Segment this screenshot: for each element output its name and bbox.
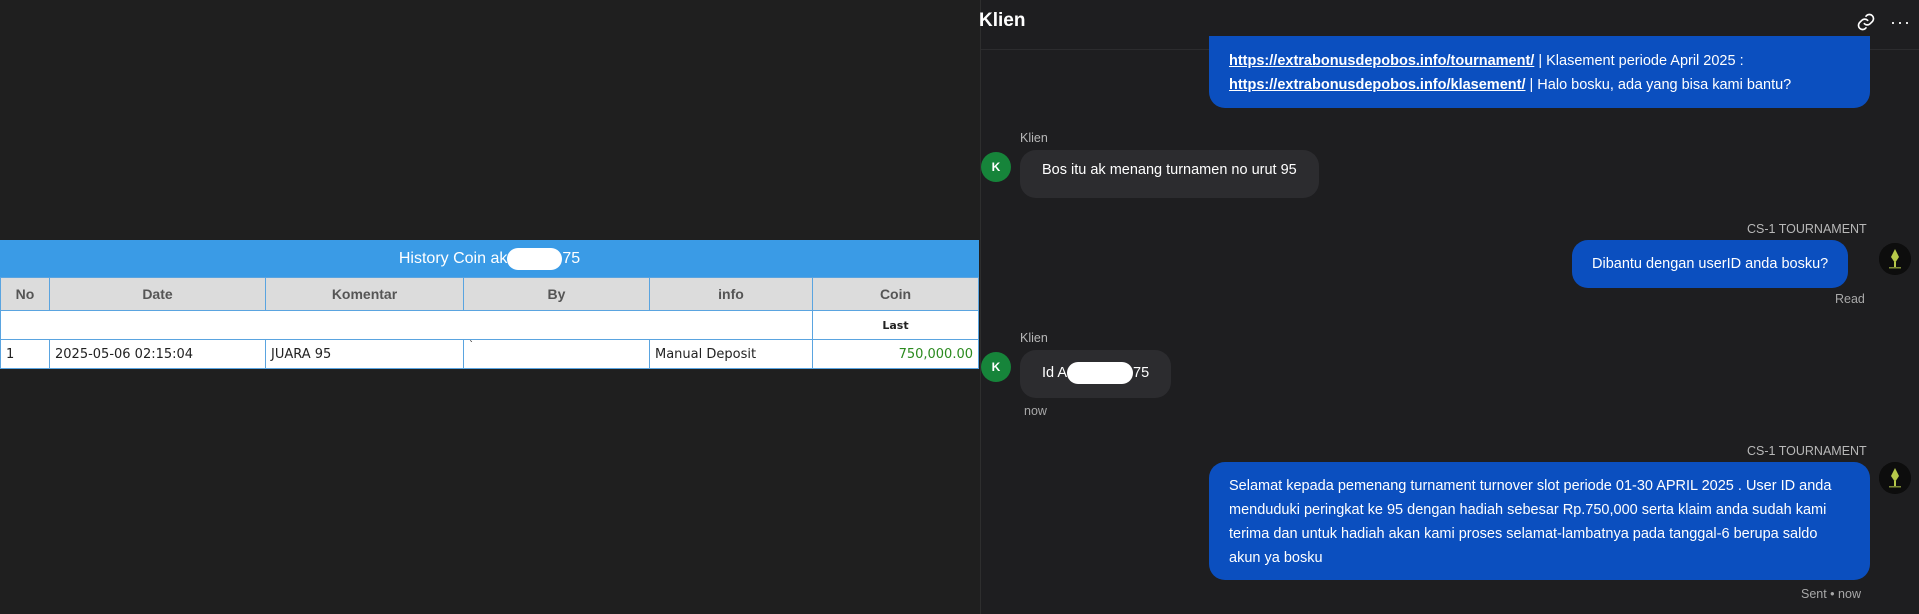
message-text: | Klasement periode April 2025 : [1534, 53, 1744, 69]
col-coin-last: Last [812, 310, 979, 340]
redaction-mark [507, 247, 563, 270]
message-status: Sent • now [1801, 587, 1861, 601]
message-bubble-outgoing: Dibantu dengan userID anda bosku? [1572, 240, 1849, 288]
col-date: Date [49, 277, 266, 311]
cs-avatar [1879, 243, 1911, 275]
message-text: 75 [1133, 364, 1150, 381]
cell-no: 1 [0, 339, 50, 369]
history-title-prefix: History Coin ak [398, 250, 508, 267]
message-bubble-outgoing: https://extrabonusdepobos.info/tournamen… [1209, 36, 1870, 108]
logo-icon [1879, 243, 1911, 275]
col-coin: Coin [812, 277, 979, 311]
message-bubble-incoming: Id A 75 [1020, 350, 1172, 398]
history-table: No Date Komentar By info Coin Last 1 202… [0, 277, 979, 369]
cell-coin: 750,000.00 [812, 339, 979, 369]
cs-avatar [1879, 462, 1911, 494]
more-icon[interactable]: ··· [1890, 12, 1914, 32]
cell-info: Manual Deposit [649, 339, 813, 369]
cell-date: 2025-05-06 02:15:04 [49, 339, 266, 369]
chat-panel: Klien ··· https://extrabonusdepobos.info… [979, 0, 1919, 614]
history-coin-table: History Coin ak 75 No Date Komentar By in… [0, 240, 979, 369]
logo-icon [1879, 462, 1911, 494]
table-row: 1 2025-05-06 02:15:04 JUARA 95 ` Manual … [0, 339, 979, 369]
cell-by: ` [463, 339, 650, 369]
chat-title: Klien [979, 10, 1026, 31]
message-link[interactable]: https://extrabonusdepobos.info/klasement… [1229, 77, 1525, 93]
table-subheader-row: Last [0, 310, 979, 340]
col-by: By [463, 277, 650, 311]
table-header-row: No Date Komentar By info Coin [0, 277, 979, 311]
sender-name: CS-1 TOURNAMENT [1747, 222, 1867, 236]
sender-name: CS-1 TOURNAMENT [1747, 444, 1867, 458]
message-status: Read [1835, 292, 1865, 306]
history-title-suffix: 75 [562, 250, 581, 267]
avatar: K [981, 352, 1011, 382]
sender-name: Klien [1020, 131, 1048, 145]
col-komentar: Komentar [265, 277, 464, 311]
subheader-empty [0, 310, 813, 340]
message-text: Id A [1042, 364, 1067, 381]
avatar: K [981, 152, 1011, 182]
message-link[interactable]: https://extrabonusdepobos.info/tournamen… [1229, 53, 1534, 69]
col-info: info [649, 277, 813, 311]
message-text: | Halo bosku, ada yang bisa kami bantu? [1525, 77, 1792, 93]
link-icon[interactable] [1856, 12, 1876, 32]
message-line: https://extrabonusdepobos.info/tournamen… [1229, 49, 1850, 73]
message-bubble-outgoing: Selamat kepada pemenang turnament turnov… [1209, 462, 1870, 580]
history-panel: History Coin ak 75 No Date Komentar By in… [0, 0, 980, 614]
sender-name: Klien [1020, 331, 1048, 345]
message-time: now [1024, 404, 1047, 418]
col-no: No [0, 277, 50, 311]
history-title: History Coin ak 75 [0, 240, 979, 277]
cell-komentar: JUARA 95 [265, 339, 464, 369]
redaction-mark [1067, 362, 1133, 384]
message-line: https://extrabonusdepobos.info/klasement… [1229, 73, 1850, 97]
message-bubble-incoming: Bos itu ak menang turnamen no urut 95 [1020, 150, 1319, 198]
